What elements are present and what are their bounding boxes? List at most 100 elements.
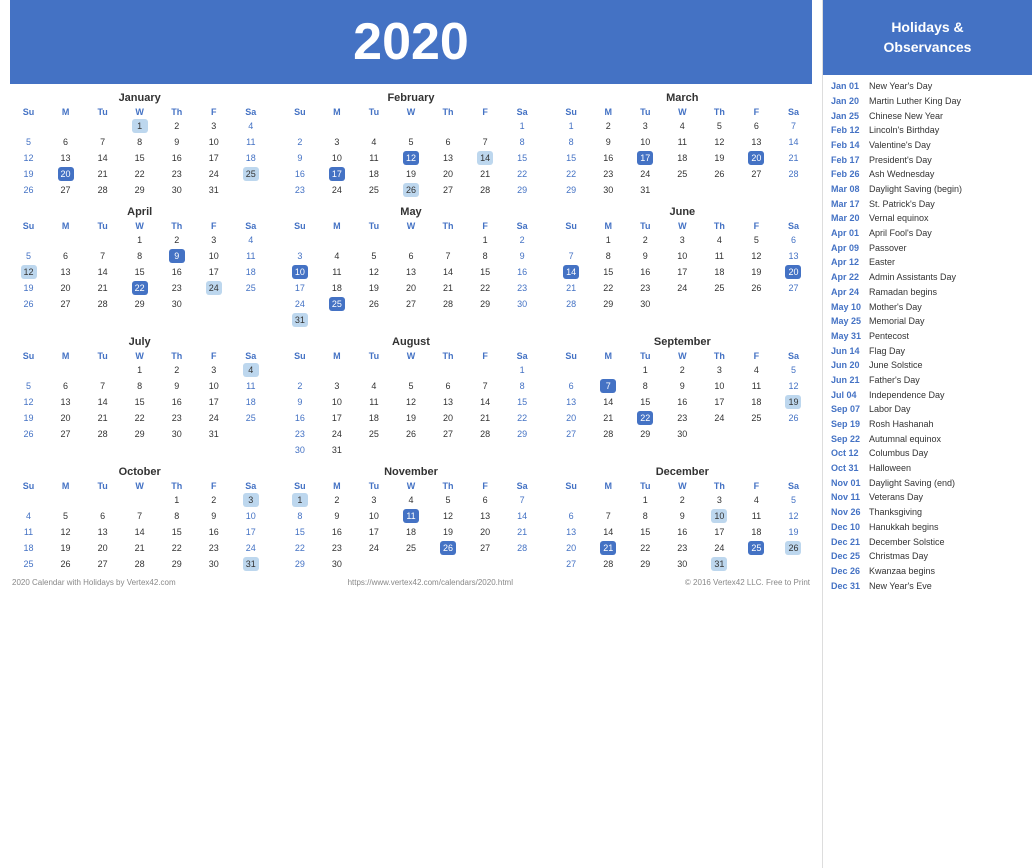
calendar-day: 9 xyxy=(158,134,195,150)
holiday-item: Oct 31Halloween xyxy=(831,463,1024,475)
calendar-day: 18 xyxy=(232,264,269,280)
calendar-day: 12 xyxy=(392,394,429,410)
month-table: SuMTuWThFSa12345678910111213141516171819… xyxy=(281,350,540,458)
calendar-day: 30 xyxy=(590,182,627,198)
holiday-name: Veterans Day xyxy=(869,492,923,504)
holiday-item: Jun 14Flag Day xyxy=(831,346,1024,358)
calendar-day: 12 xyxy=(775,508,812,524)
calendar-day: 21 xyxy=(553,280,590,296)
calendar-day: 10 xyxy=(355,508,392,524)
calendar-day: 13 xyxy=(84,524,121,540)
holiday-date: Oct 31 xyxy=(831,463,863,475)
calendar-day: 16 xyxy=(664,524,701,540)
calendar-day: 27 xyxy=(47,426,84,442)
holiday-name: Daylight Saving (begin) xyxy=(869,184,962,196)
calendar-day xyxy=(430,442,467,458)
calendar-day: 5 xyxy=(775,362,812,378)
calendar-day: 27 xyxy=(553,556,590,572)
calendar-day: 5 xyxy=(10,134,47,150)
day-of-week-header: M xyxy=(318,350,355,362)
calendar-day: 26 xyxy=(738,280,775,296)
holiday-item: Mar 17St. Patrick's Day xyxy=(831,199,1024,211)
month-name: July xyxy=(10,336,269,348)
holiday-date: Sep 07 xyxy=(831,404,863,416)
day-of-week-header: Tu xyxy=(627,220,664,232)
calendar-day: 23 xyxy=(158,410,195,426)
calendar-day: 18 xyxy=(10,540,47,556)
calendar-day: 13 xyxy=(775,248,812,264)
day-of-week-header: M xyxy=(318,220,355,232)
footer-left: 2020 Calendar with Holidays by Vertex42.… xyxy=(12,578,176,587)
holiday-item: Feb 12Lincoln's Birthday xyxy=(831,125,1024,137)
calendar-day: 11 xyxy=(232,378,269,394)
calendar-day: 21 xyxy=(590,410,627,426)
calendar-day: 10 xyxy=(701,508,738,524)
calendar-day: 22 xyxy=(627,410,664,426)
holiday-date: Sep 19 xyxy=(831,419,863,431)
calendar-day xyxy=(392,312,429,328)
calendar-day: 20 xyxy=(738,150,775,166)
calendar-day: 1 xyxy=(158,492,195,508)
calendar-day: 28 xyxy=(553,296,590,312)
calendar-day: 9 xyxy=(590,134,627,150)
calendar-day: 12 xyxy=(775,378,812,394)
calendar-day: 21 xyxy=(467,166,504,182)
calendar-day: 20 xyxy=(84,540,121,556)
calendar-day: 16 xyxy=(158,264,195,280)
day-of-week-header: Sa xyxy=(232,480,269,492)
day-of-week-header: Sa xyxy=(775,220,812,232)
calendar-day: 21 xyxy=(84,166,121,182)
calendar-day: 30 xyxy=(281,442,318,458)
calendar-day: 24 xyxy=(664,280,701,296)
calendar-day: 29 xyxy=(467,296,504,312)
calendar-day xyxy=(590,362,627,378)
calendar-day xyxy=(738,426,775,442)
calendar-day: 24 xyxy=(318,426,355,442)
calendar-day: 11 xyxy=(355,394,392,410)
calendar-day: 4 xyxy=(664,118,701,134)
calendar-day: 3 xyxy=(281,248,318,264)
calendar-day: 24 xyxy=(195,166,232,182)
calendar-day: 22 xyxy=(467,280,504,296)
month-block-may: MaySuMTuWThFSa12345678910111213141516171… xyxy=(281,206,540,328)
calendar-day xyxy=(318,118,355,134)
holiday-name: Flag Day xyxy=(869,346,905,358)
calendar-day: 22 xyxy=(504,410,541,426)
calendar-day: 17 xyxy=(318,410,355,426)
calendar-day: 1 xyxy=(627,492,664,508)
month-block-july: JulySuMTuWThFSa1234567891011121314151617… xyxy=(10,336,269,458)
day-of-week-header: Th xyxy=(701,350,738,362)
calendar-day xyxy=(84,492,121,508)
calendar-day xyxy=(553,492,590,508)
calendar-day: 27 xyxy=(467,540,504,556)
calendar-day: 5 xyxy=(738,232,775,248)
month-name: November xyxy=(281,466,540,478)
month-block-september: SeptemberSuMTuWThFSa12345678910111213141… xyxy=(553,336,812,458)
calendar-day: 20 xyxy=(467,524,504,540)
holiday-item: Nov 26Thanksgiving xyxy=(831,507,1024,519)
calendar-day: 23 xyxy=(281,182,318,198)
calendar-day: 15 xyxy=(281,524,318,540)
holiday-date: Apr 24 xyxy=(831,287,863,299)
month-block-august: AugustSuMTuWThFSa12345678910111213141516… xyxy=(281,336,540,458)
month-table: SuMTuWThFSa12345678910111213141516171819… xyxy=(553,480,812,572)
calendar-day: 17 xyxy=(318,166,355,182)
day-of-week-header: F xyxy=(195,220,232,232)
calendar-day: 1 xyxy=(121,362,158,378)
calendar-day: 6 xyxy=(430,378,467,394)
calendar-day: 21 xyxy=(121,540,158,556)
holiday-name: Admin Assistants Day xyxy=(869,272,956,284)
holiday-name: Christmas Day xyxy=(869,551,928,563)
day-of-week-header: Sa xyxy=(775,106,812,118)
calendar-day: 30 xyxy=(195,556,232,572)
calendar-day: 12 xyxy=(430,508,467,524)
calendar-day: 25 xyxy=(232,166,269,182)
day-of-week-header: Sa xyxy=(232,106,269,118)
day-of-week-header: W xyxy=(664,480,701,492)
holiday-item: Dec 10Hanukkah begins xyxy=(831,522,1024,534)
holiday-date: Feb 17 xyxy=(831,155,863,167)
calendar-day: 9 xyxy=(281,150,318,166)
calendar-day xyxy=(504,442,541,458)
day-of-week-header: Tu xyxy=(355,220,392,232)
calendar-day xyxy=(318,312,355,328)
